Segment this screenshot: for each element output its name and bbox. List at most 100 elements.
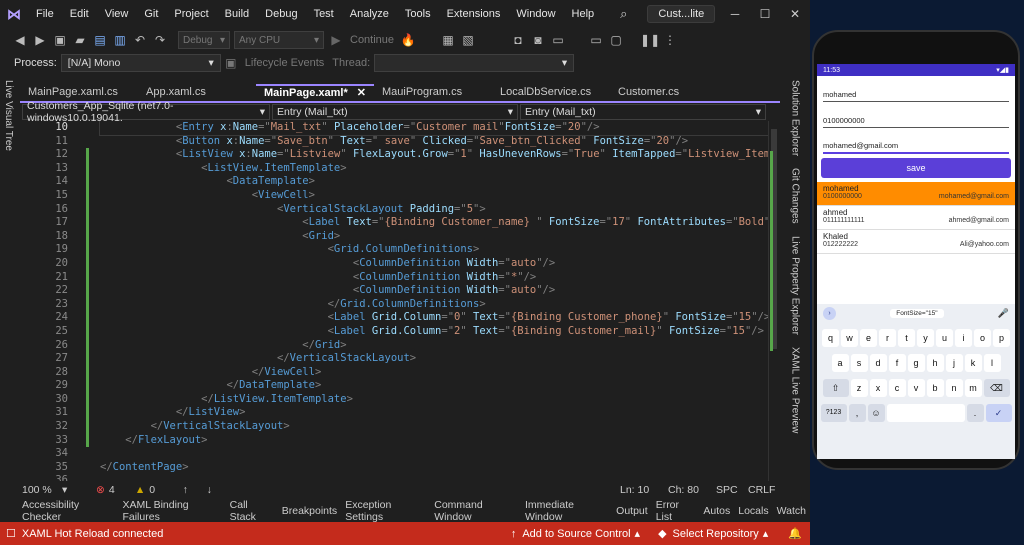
symbols-key[interactable]: ?123 <box>820 404 847 422</box>
play-icon[interactable]: ▶ <box>326 33 346 47</box>
key-r[interactable]: r <box>879 329 896 347</box>
key-z[interactable]: z <box>850 379 868 397</box>
tool-tab-immediate-window[interactable]: Immediate Window <box>521 499 612 523</box>
error-icon[interactable]: ⊗ <box>96 484 105 496</box>
code-text[interactable]: <VerticalStackLayout Padding="5"> <box>100 203 486 217</box>
screenshot-icon[interactable]: ◙ <box>528 33 548 47</box>
key-l[interactable]: l <box>983 354 1001 372</box>
key-d[interactable]: d <box>869 354 887 372</box>
lifecycle-events-dropdown[interactable]: Lifecycle Events <box>241 57 328 69</box>
close-icon[interactable]: ✕ <box>780 7 810 21</box>
key-m[interactable]: m <box>964 379 982 397</box>
back-icon[interactable]: ◀ <box>10 33 30 47</box>
zoom-level[interactable]: 100 % <box>22 484 62 496</box>
add-to-source-control-button[interactable]: Add to Source Control <box>522 528 630 540</box>
menu-test[interactable]: Test <box>306 0 342 28</box>
tab-localdbservice-cs[interactable]: LocalDbService.cs <box>492 84 610 102</box>
warning-count[interactable]: 0 <box>149 484 173 496</box>
platform-dropdown[interactable]: Any CPU ▾ <box>234 31 324 49</box>
tool-tab-watch[interactable]: Watch <box>773 505 810 517</box>
tool-tab-exception-settings[interactable]: Exception Settings <box>341 499 430 523</box>
menu-git[interactable]: Git <box>136 0 166 28</box>
tool-tab-locals[interactable]: Locals <box>734 505 772 517</box>
minimize-icon[interactable]: ─ <box>720 7 750 21</box>
open-folder-icon[interactable]: ▰ <box>70 33 90 47</box>
key-c[interactable]: c <box>888 379 906 397</box>
toolbox-icon[interactable]: ▦ <box>438 33 458 47</box>
code-text[interactable]: </ContentPage> <box>100 461 189 475</box>
menu-build[interactable]: Build <box>217 0 257 28</box>
window-icon[interactable]: ▢ <box>606 33 626 47</box>
shift-icon[interactable]: ⇧ <box>822 379 849 397</box>
key-t[interactable]: t <box>898 329 915 347</box>
chevron-down-icon[interactable]: ▾ <box>62 484 90 496</box>
menu-file[interactable]: File <box>28 0 62 28</box>
code-text[interactable]: <Button x:Name="Save_btn" Text=" save" C… <box>100 135 688 149</box>
thread-dropdown[interactable]: ▾ <box>374 54 575 72</box>
code-text[interactable]: <ColumnDefinition Width="auto"/> <box>100 284 555 298</box>
element-dropdown-2[interactable]: Entry (Mail_txt) ▾ <box>520 104 766 120</box>
new-project-icon[interactable]: ▣ <box>50 33 70 47</box>
code-text[interactable]: <Grid> <box>100 230 340 244</box>
error-count[interactable]: 4 <box>109 484 135 496</box>
camera-icon[interactable]: ◘ <box>508 33 528 47</box>
list-item[interactable]: mohamed 0100000000 mohamed@gmail.com <box>817 182 1015 206</box>
key-u[interactable]: u <box>936 329 953 347</box>
entry-field-2[interactable]: mohamed@gmail.com <box>823 134 1009 154</box>
menu-extensions[interactable]: Extensions <box>439 0 509 28</box>
code-text[interactable]: </ViewCell> <box>100 366 322 380</box>
monitor-icon[interactable]: ▭ <box>586 33 606 47</box>
save-icon[interactable]: ▤ <box>90 33 110 47</box>
key-s[interactable]: s <box>850 354 868 372</box>
key-w[interactable]: w <box>841 329 858 347</box>
entry-field-0[interactable]: mohamed <box>823 82 1009 102</box>
menu-analyze[interactable]: Analyze <box>342 0 397 28</box>
code-text[interactable]: <Label Grid.Column="2" Text="{Binding Cu… <box>100 325 764 339</box>
hot-reload-icon[interactable]: 🔥 <box>398 33 418 47</box>
key-a[interactable]: a <box>831 354 849 372</box>
expand-icon[interactable]: › <box>823 306 836 320</box>
right-rail-tab-live-property-explorer[interactable]: Live Property Explorer <box>790 236 801 335</box>
microphone-icon[interactable]: 🎤 <box>998 308 1009 319</box>
key-e[interactable]: e <box>860 329 877 347</box>
code-text[interactable]: </Grid.ColumnDefinitions> <box>100 298 486 312</box>
notifications-icon[interactable]: 🔔 <box>788 527 802 540</box>
code-text[interactable]: <DataTemplate> <box>100 175 315 189</box>
pause-icon[interactable]: ❚❚ <box>640 33 660 47</box>
key-k[interactable]: k <box>964 354 982 372</box>
code-text[interactable]: </Grid> <box>100 339 346 353</box>
save-all-icon[interactable]: ▥ <box>110 33 130 47</box>
redo-icon[interactable]: ↷ <box>150 33 170 47</box>
select-repository-button[interactable]: Select Repository <box>673 528 759 540</box>
key-g[interactable]: g <box>907 354 925 372</box>
solution-title[interactable]: Cust...lite <box>647 5 716 23</box>
menu-view[interactable]: View <box>97 0 137 28</box>
key-f[interactable]: f <box>888 354 906 372</box>
save-button[interactable]: save <box>821 158 1011 178</box>
maximize-icon[interactable]: ☐ <box>750 7 780 21</box>
code-editor[interactable]: 10 <Entry x:Name="Mail_txt" Placeholder=… <box>22 121 768 481</box>
period-key[interactable]: . <box>966 404 984 422</box>
list-item[interactable]: Khaled 012222222 Ali@yahoo.com <box>817 230 1015 254</box>
backspace-icon[interactable]: ⌫ <box>983 379 1010 397</box>
right-rail-tab-git-changes[interactable]: Git Changes <box>790 168 801 224</box>
code-text[interactable]: <Grid.ColumnDefinitions> <box>100 243 480 257</box>
tab-customer-cs[interactable]: Customer.cs <box>610 84 728 102</box>
close-icon[interactable]: ✕ <box>357 86 366 102</box>
more-icon[interactable]: ⋮ <box>660 33 680 47</box>
code-text[interactable]: <Label Grid.Column="0" Text="{Binding Cu… <box>100 311 768 325</box>
live-visual-tree-tab[interactable]: Live Visual Tree <box>3 80 14 151</box>
code-text[interactable]: <ListView.ItemTemplate> <box>100 162 346 176</box>
tab-mainpage-xaml-[interactable]: MainPage.xaml* ✕ <box>256 84 374 102</box>
entry-field-1[interactable]: 0100000000 <box>823 108 1009 128</box>
tool-tab-command-window[interactable]: Command Window <box>430 499 521 523</box>
key-p[interactable]: p <box>993 329 1010 347</box>
menu-project[interactable]: Project <box>166 0 216 28</box>
key-h[interactable]: h <box>926 354 944 372</box>
key-x[interactable]: x <box>869 379 887 397</box>
project-dropdown[interactable]: Customers_App_Sqlite (net7.0-windows10.0… <box>22 100 270 124</box>
tool-tab-accessibility-checker[interactable]: Accessibility Checker <box>18 499 118 523</box>
code-text[interactable]: </ListView> <box>100 406 246 420</box>
key-v[interactable]: v <box>907 379 925 397</box>
element-dropdown-1[interactable]: Entry (Mail_txt) ▾ <box>272 104 518 120</box>
